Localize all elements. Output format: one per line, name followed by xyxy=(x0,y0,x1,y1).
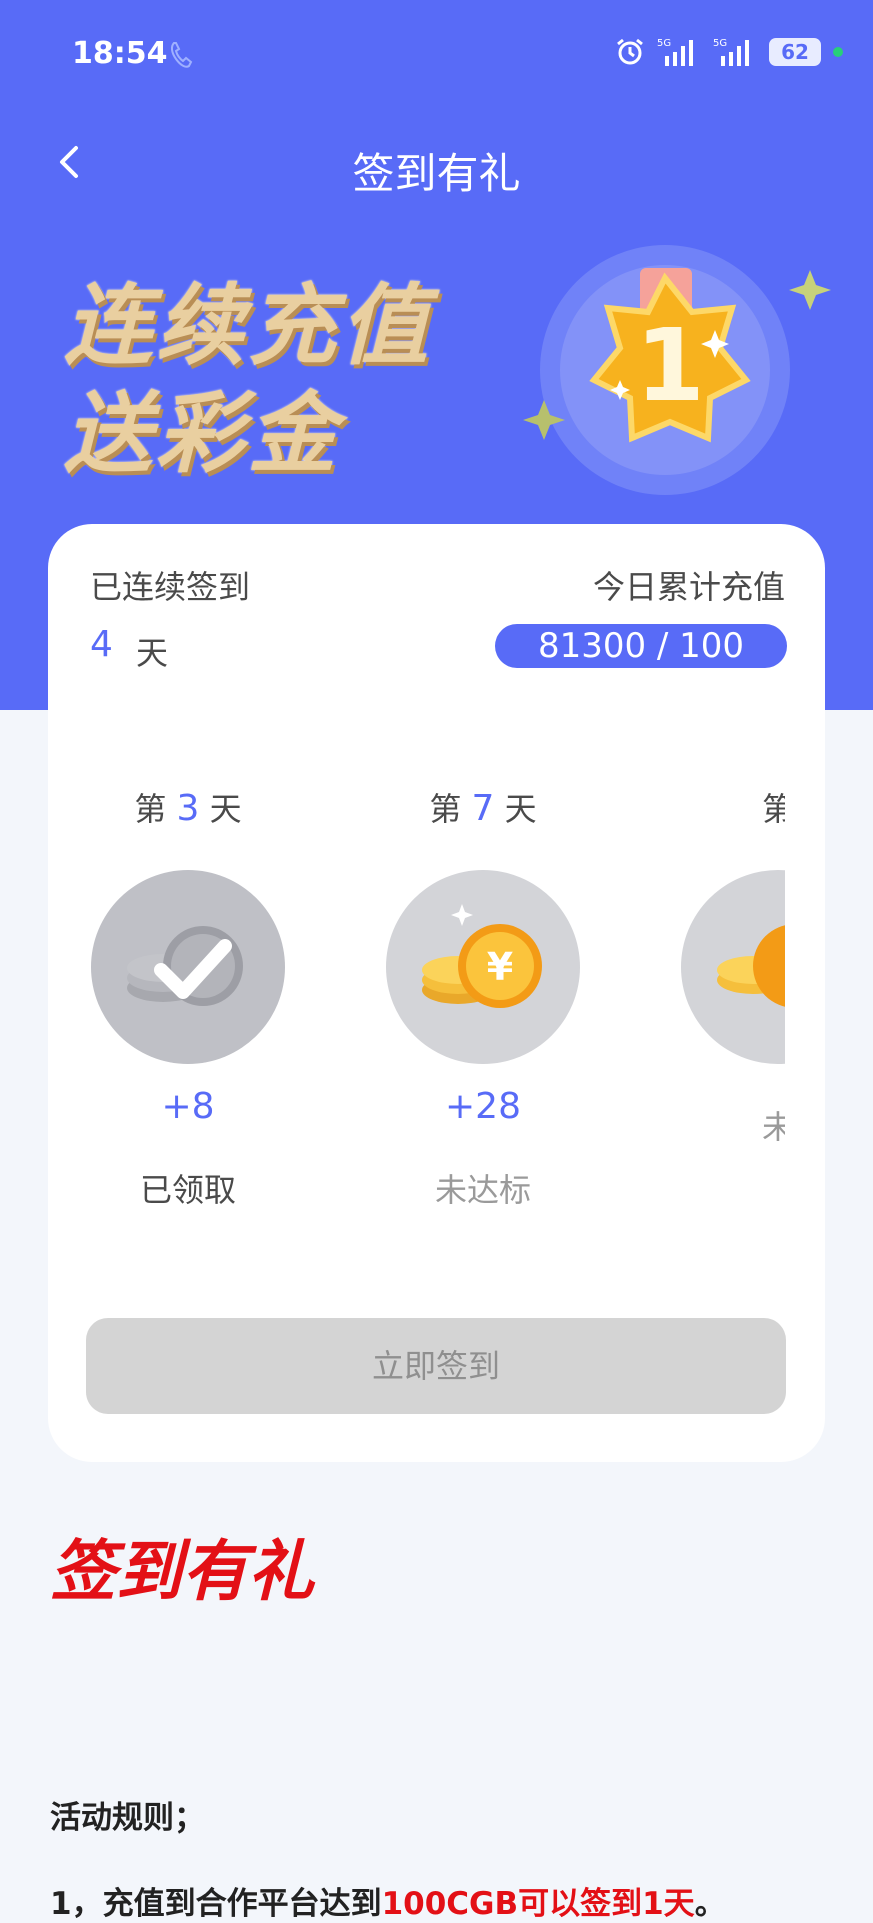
day-reward-item[interactable]: 第 7 天 ¥ +28 未达标 xyxy=(383,784,583,1211)
page-title: 签到有礼 xyxy=(352,149,521,198)
banner-line-2: 送彩金 xyxy=(64,382,341,485)
banner-slogan: 连续充值 送彩金 xyxy=(64,272,432,488)
section-title: 签到有礼 xyxy=(50,1533,314,1610)
day-reward-state: 未达标 xyxy=(434,1171,531,1209)
day-prefix: 第 xyxy=(761,790,785,828)
svg-text:¥: ¥ xyxy=(487,945,513,989)
status-dot xyxy=(833,47,843,57)
rule-line-1-prefix: 1，充值到合作平台达到 xyxy=(50,1886,382,1922)
day-label: 第 7 天 xyxy=(383,784,583,834)
day-reward-item[interactable]: 第 未 xyxy=(678,784,785,1148)
streak-unit: 天 xyxy=(136,634,169,672)
day-number: 3 xyxy=(176,788,200,829)
day-reward-amount: +8 xyxy=(161,1086,215,1127)
status-bar: 18:54 5G 5G 62 xyxy=(0,0,873,110)
coin-icon: ¥ xyxy=(386,870,580,1064)
day-prefix: 第 xyxy=(429,790,462,828)
day-label: 第 3 天 xyxy=(88,784,288,834)
svg-text:5G: 5G xyxy=(713,38,727,49)
streak-count: 4 xyxy=(90,624,113,665)
day-prefix: 第 xyxy=(134,790,167,828)
checkin-card: 已连续签到 今日累计充值 4 天 81300 / 100 第 3 天 +8 已领… xyxy=(48,524,825,1462)
today-recharge-progress: 81300 / 100 xyxy=(495,624,787,668)
battery-indicator: 62 xyxy=(769,38,821,66)
day-suffix: 天 xyxy=(504,790,537,828)
day-reward-amount: +28 xyxy=(445,1086,521,1127)
signal-5g-2-icon: 5G xyxy=(713,38,749,66)
rule-line-1-suffix: 。 xyxy=(694,1886,726,1922)
coin-icon xyxy=(681,870,785,1064)
medal-number: 1 xyxy=(635,307,705,424)
status-icons: 5G 5G 62 xyxy=(615,36,843,68)
day-reward-item[interactable]: 第 3 天 +8 已领取 xyxy=(88,784,288,1211)
today-recharge-label: 今日累计充值 xyxy=(592,568,785,606)
day-reward-state: 未 xyxy=(761,1108,785,1146)
svg-text:5G: 5G xyxy=(657,38,671,49)
coin-icon-claimed xyxy=(91,870,285,1064)
streak-label: 已连续签到 xyxy=(90,568,251,606)
day-reward-list[interactable]: 第 3 天 +8 已领取 第 7 天 ¥ +28 未达标 第 未 xyxy=(88,784,785,1284)
day-suffix: 天 xyxy=(209,790,242,828)
nav-bar: 签到有礼 xyxy=(0,120,873,210)
alarm-icon xyxy=(617,38,643,65)
rules-title: 活动规则； xyxy=(50,1800,205,1836)
status-time: 18:54 xyxy=(72,36,168,71)
day-label: 第 xyxy=(678,784,785,834)
call-icon xyxy=(168,40,194,74)
day-number: 7 xyxy=(471,788,495,829)
banner-line-1: 连续充值 xyxy=(64,274,433,377)
signin-button[interactable]: 立即签到 xyxy=(86,1318,786,1414)
rule-line-1-highlight: 100CGB可以签到1天 xyxy=(381,1886,695,1922)
rule-line-1: 1，充值到合作平台达到100CGB可以签到1天。 xyxy=(50,1878,726,1923)
signal-5g-icon: 5G xyxy=(657,38,693,66)
medal-illustration: 1 xyxy=(520,230,840,500)
day-reward-state: 已领取 xyxy=(139,1171,236,1209)
